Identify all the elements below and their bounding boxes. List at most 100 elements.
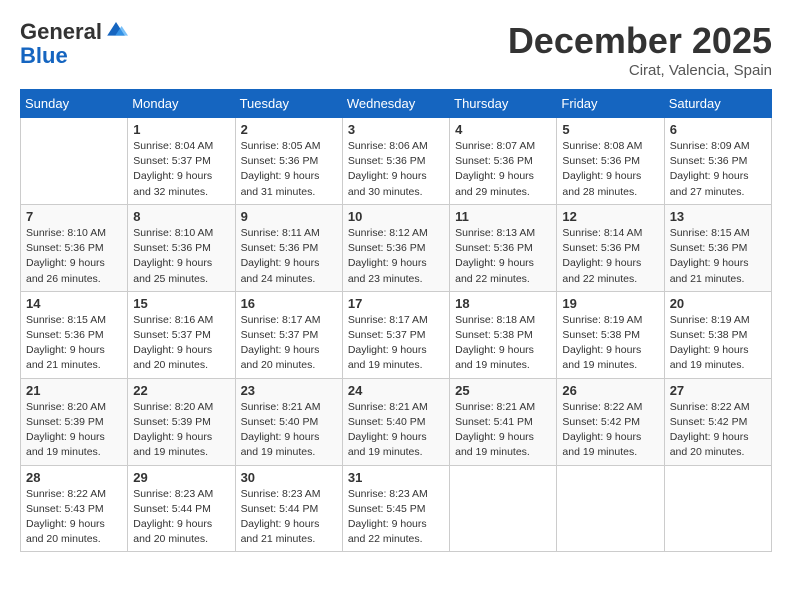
day-number: 21 bbox=[26, 383, 122, 398]
calendar-cell: 19 Sunrise: 8:19 AM Sunset: 5:38 PM Dayli… bbox=[557, 291, 664, 378]
calendar-cell: 20 Sunrise: 8:19 AM Sunset: 5:38 PM Dayli… bbox=[664, 291, 771, 378]
day-number: 30 bbox=[241, 470, 337, 485]
day-number: 25 bbox=[455, 383, 551, 398]
calendar-cell: 31Sunrise: 8:23 AM Sunset: 5:45 PM Dayli… bbox=[342, 465, 449, 552]
day-info: Sunrise: 8:22 AM Sunset: 5:43 PM Dayligh… bbox=[26, 487, 122, 548]
day-number: 28 bbox=[26, 470, 122, 485]
calendar-cell: 13Sunrise: 8:15 AM Sunset: 5:36 PM Dayli… bbox=[664, 204, 771, 291]
day-info: Sunrise: 8:15 AM Sunset: 5:36 PM Dayligh… bbox=[670, 226, 766, 287]
day-info: Sunrise: 8:13 AM Sunset: 5:36 PM Dayligh… bbox=[455, 226, 551, 287]
calendar-cell: 14 Sunrise: 8:15 AM Sunset: 5:36 PM Dayli… bbox=[21, 291, 128, 378]
day-info: Sunrise: 8:09 AM Sunset: 5:36 PM Dayligh… bbox=[670, 139, 766, 200]
calendar-cell: 5Sunrise: 8:08 AM Sunset: 5:36 PM Daylig… bbox=[557, 118, 664, 205]
calendar-cell: 3 Sunrise: 8:06 AM Sunset: 5:36 PM Daylig… bbox=[342, 118, 449, 205]
day-info: Sunrise: 8:20 AM Sunset: 5:39 PM Dayligh… bbox=[26, 400, 122, 461]
day-info: Sunrise: 8:14 AM Sunset: 5:36 PM Dayligh… bbox=[562, 226, 658, 287]
day-number: 8 bbox=[133, 209, 229, 224]
day-number: 10 bbox=[348, 209, 444, 224]
header-sunday: Sunday bbox=[21, 90, 128, 118]
day-info: Sunrise: 8:23 AM Sunset: 5:44 PM Dayligh… bbox=[133, 487, 229, 548]
calendar-cell: 30 Sunrise: 8:23 AM Sunset: 5:44 PM Dayli… bbox=[235, 465, 342, 552]
day-info: Sunrise: 8:17 AM Sunset: 5:37 PM Dayligh… bbox=[348, 313, 444, 374]
day-info: Sunrise: 8:21 AM Sunset: 5:41 PM Dayligh… bbox=[455, 400, 551, 461]
day-info: Sunrise: 8:10 AM Sunset: 5:36 PM Dayligh… bbox=[26, 226, 122, 287]
calendar-cell: 4Sunrise: 8:07 AM Sunset: 5:36 PM Daylig… bbox=[450, 118, 557, 205]
calendar-cell: 10 Sunrise: 8:12 AM Sunset: 5:36 PM Dayli… bbox=[342, 204, 449, 291]
header-wednesday: Wednesday bbox=[342, 90, 449, 118]
day-number: 23 bbox=[241, 383, 337, 398]
day-number: 22 bbox=[133, 383, 229, 398]
day-number: 3 bbox=[348, 122, 444, 137]
calendar-cell: 29 Sunrise: 8:23 AM Sunset: 5:44 PM Dayli… bbox=[128, 465, 235, 552]
day-info: Sunrise: 8:11 AM Sunset: 5:36 PM Dayligh… bbox=[241, 226, 337, 287]
day-info: Sunrise: 8:15 AM Sunset: 5:36 PM Dayligh… bbox=[26, 313, 122, 374]
day-number: 26 bbox=[562, 383, 658, 398]
calendar-week-row: 28 Sunrise: 8:22 AM Sunset: 5:43 PM Dayli… bbox=[21, 465, 772, 552]
day-info: Sunrise: 8:19 AM Sunset: 5:38 PM Dayligh… bbox=[670, 313, 766, 374]
day-info: Sunrise: 8:04 AM Sunset: 5:37 PM Dayligh… bbox=[133, 139, 229, 200]
day-number: 18 bbox=[455, 296, 551, 311]
calendar-week-row: 7 Sunrise: 8:10 AM Sunset: 5:36 PM Daylig… bbox=[21, 204, 772, 291]
day-info: Sunrise: 8:06 AM Sunset: 5:36 PM Dayligh… bbox=[348, 139, 444, 200]
calendar-cell: 2Sunrise: 8:05 AM Sunset: 5:36 PM Daylig… bbox=[235, 118, 342, 205]
location: Cirat, Valencia, Spain bbox=[508, 62, 772, 79]
calendar-cell bbox=[664, 465, 771, 552]
calendar-cell: 9 Sunrise: 8:11 AM Sunset: 5:36 PM Daylig… bbox=[235, 204, 342, 291]
header-saturday: Saturday bbox=[664, 90, 771, 118]
calendar-week-row: 21 Sunrise: 8:20 AM Sunset: 5:39 PM Dayli… bbox=[21, 378, 772, 465]
day-number: 2 bbox=[241, 122, 337, 137]
calendar-cell: 1Sunrise: 8:04 AM Sunset: 5:37 PM Daylig… bbox=[128, 118, 235, 205]
day-number: 29 bbox=[133, 470, 229, 485]
day-number: 17 bbox=[348, 296, 444, 311]
day-number: 27 bbox=[670, 383, 766, 398]
calendar-cell: 28 Sunrise: 8:22 AM Sunset: 5:43 PM Dayli… bbox=[21, 465, 128, 552]
calendar-cell bbox=[21, 118, 128, 205]
header-thursday: Thursday bbox=[450, 90, 557, 118]
calendar-cell: 17 Sunrise: 8:17 AM Sunset: 5:37 PM Dayli… bbox=[342, 291, 449, 378]
calendar-week-row: 14 Sunrise: 8:15 AM Sunset: 5:36 PM Dayli… bbox=[21, 291, 772, 378]
calendar-table: SundayMondayTuesdayWednesdayThursdayFrid… bbox=[20, 89, 772, 552]
day-info: Sunrise: 8:21 AM Sunset: 5:40 PM Dayligh… bbox=[241, 400, 337, 461]
day-number: 12 bbox=[562, 209, 658, 224]
day-info: Sunrise: 8:16 AM Sunset: 5:37 PM Dayligh… bbox=[133, 313, 229, 374]
calendar-cell: 16Sunrise: 8:17 AM Sunset: 5:37 PM Dayli… bbox=[235, 291, 342, 378]
calendar-cell: 11 Sunrise: 8:13 AM Sunset: 5:36 PM Dayli… bbox=[450, 204, 557, 291]
day-info: Sunrise: 8:23 AM Sunset: 5:45 PM Dayligh… bbox=[348, 487, 444, 548]
day-info: Sunrise: 8:12 AM Sunset: 5:36 PM Dayligh… bbox=[348, 226, 444, 287]
day-number: 11 bbox=[455, 209, 551, 224]
day-number: 14 bbox=[26, 296, 122, 311]
day-info: Sunrise: 8:19 AM Sunset: 5:38 PM Dayligh… bbox=[562, 313, 658, 374]
calendar-cell: 18 Sunrise: 8:18 AM Sunset: 5:38 PM Dayli… bbox=[450, 291, 557, 378]
calendar-cell: 24Sunrise: 8:21 AM Sunset: 5:40 PM Dayli… bbox=[342, 378, 449, 465]
calendar-cell: 21 Sunrise: 8:20 AM Sunset: 5:39 PM Dayli… bbox=[21, 378, 128, 465]
day-info: Sunrise: 8:23 AM Sunset: 5:44 PM Dayligh… bbox=[241, 487, 337, 548]
calendar-cell: 27 Sunrise: 8:22 AM Sunset: 5:42 PM Dayli… bbox=[664, 378, 771, 465]
logo-blue: Blue bbox=[20, 43, 68, 68]
day-number: 6 bbox=[670, 122, 766, 137]
day-info: Sunrise: 8:20 AM Sunset: 5:39 PM Dayligh… bbox=[133, 400, 229, 461]
day-info: Sunrise: 8:18 AM Sunset: 5:38 PM Dayligh… bbox=[455, 313, 551, 374]
calendar-header-row: SundayMondayTuesdayWednesdayThursdayFrid… bbox=[21, 90, 772, 118]
day-number: 19 bbox=[562, 296, 658, 311]
calendar-cell bbox=[450, 465, 557, 552]
day-info: Sunrise: 8:21 AM Sunset: 5:40 PM Dayligh… bbox=[348, 400, 444, 461]
calendar-cell: 25 Sunrise: 8:21 AM Sunset: 5:41 PM Dayli… bbox=[450, 378, 557, 465]
header-monday: Monday bbox=[128, 90, 235, 118]
day-info: Sunrise: 8:17 AM Sunset: 5:37 PM Dayligh… bbox=[241, 313, 337, 374]
month-title: December 2025 bbox=[508, 20, 772, 62]
day-number: 20 bbox=[670, 296, 766, 311]
day-info: Sunrise: 8:22 AM Sunset: 5:42 PM Dayligh… bbox=[562, 400, 658, 461]
day-number: 9 bbox=[241, 209, 337, 224]
day-number: 7 bbox=[26, 209, 122, 224]
page-header: General Blue December 2025 Cirat, Valenc… bbox=[20, 20, 772, 79]
calendar-cell: 15Sunrise: 8:16 AM Sunset: 5:37 PM Dayli… bbox=[128, 291, 235, 378]
day-info: Sunrise: 8:22 AM Sunset: 5:42 PM Dayligh… bbox=[670, 400, 766, 461]
logo-icon bbox=[104, 18, 128, 42]
calendar-cell: 26 Sunrise: 8:22 AM Sunset: 5:42 PM Dayli… bbox=[557, 378, 664, 465]
header-friday: Friday bbox=[557, 90, 664, 118]
title-block: December 2025 Cirat, Valencia, Spain bbox=[508, 20, 772, 79]
calendar-cell: 6 Sunrise: 8:09 AM Sunset: 5:36 PM Daylig… bbox=[664, 118, 771, 205]
calendar-cell: 23 Sunrise: 8:21 AM Sunset: 5:40 PM Dayli… bbox=[235, 378, 342, 465]
calendar-cell: 8Sunrise: 8:10 AM Sunset: 5:36 PM Daylig… bbox=[128, 204, 235, 291]
day-info: Sunrise: 8:08 AM Sunset: 5:36 PM Dayligh… bbox=[562, 139, 658, 200]
